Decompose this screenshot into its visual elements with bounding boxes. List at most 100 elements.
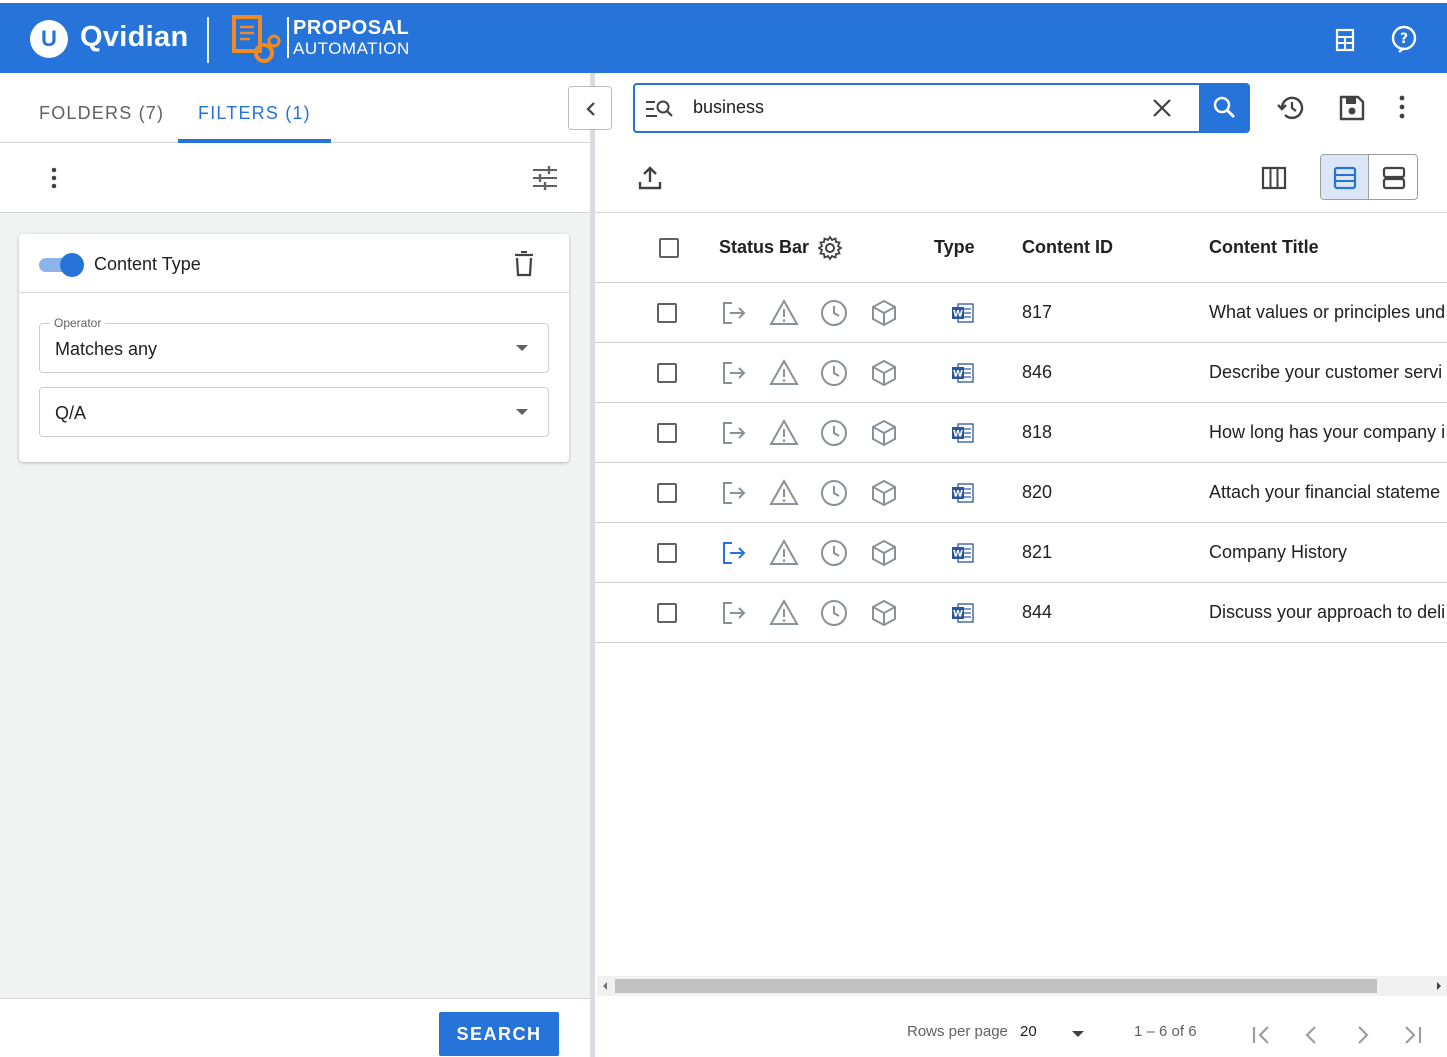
previous-page-icon[interactable] (1299, 1022, 1325, 1048)
table-row[interactable]: W 821 Company History (595, 523, 1447, 583)
results-toolbar (595, 143, 1447, 213)
clock-icon[interactable] (819, 478, 849, 508)
warning-icon[interactable] (769, 478, 799, 508)
content-id-cell: 846 (1022, 362, 1053, 382)
checkout-icon[interactable] (719, 598, 749, 628)
filter-settings-icon[interactable] (531, 164, 559, 192)
upload-icon[interactable] (637, 165, 663, 191)
scroll-right-icon[interactable] (1435, 981, 1443, 991)
operator-select[interactable]: Operator Matches any (39, 316, 549, 373)
delete-icon[interactable] (512, 251, 536, 277)
search-bar[interactable]: business (633, 83, 1250, 133)
content-title-cell[interactable]: Discuss your approach to deli (1209, 602, 1445, 623)
word-document-icon: W (952, 603, 974, 623)
tab-filters[interactable]: FILTERS (1) (178, 73, 331, 143)
filter-enable-toggle[interactable] (39, 253, 84, 277)
columns-icon[interactable] (1261, 165, 1287, 191)
more-vert-icon[interactable] (1386, 92, 1418, 124)
select-all-checkbox[interactable] (659, 238, 679, 258)
package-icon[interactable] (869, 358, 899, 388)
view-density-toggle (1320, 154, 1418, 200)
search-button[interactable]: SEARCH (439, 1012, 559, 1056)
content-id-cell: 844 (1022, 602, 1053, 622)
svg-text:W: W (953, 550, 963, 560)
row-checkbox[interactable] (657, 363, 677, 383)
last-page-icon[interactable] (1399, 1022, 1425, 1048)
row-checkbox[interactable] (657, 423, 677, 443)
package-icon[interactable] (869, 478, 899, 508)
search-options-icon[interactable] (645, 97, 673, 121)
clear-search-icon[interactable] (1151, 97, 1173, 119)
rows-per-page-select[interactable]: 20 (1020, 1023, 1037, 1040)
warning-icon[interactable] (769, 298, 799, 328)
content-title-cell[interactable]: Company History (1209, 542, 1347, 563)
checkout-icon[interactable] (719, 538, 749, 568)
checkout-icon[interactable] (719, 358, 749, 388)
horizontal-scrollbar[interactable] (597, 976, 1447, 996)
word-document-icon: W (952, 483, 974, 503)
proposal-automation-logo-icon (232, 15, 281, 63)
left-tabs: FOLDERS (7) FILTERS (1) (0, 73, 590, 143)
collapse-panel-button[interactable] (568, 86, 612, 130)
table-row[interactable]: W 844 Discuss your approach to deli (595, 583, 1447, 643)
more-vert-icon[interactable] (42, 166, 66, 190)
row-checkbox[interactable] (657, 303, 677, 323)
column-content-id[interactable]: Content ID (1022, 237, 1113, 258)
save-icon[interactable] (1336, 92, 1368, 124)
history-icon[interactable] (1276, 92, 1308, 124)
table-row[interactable]: W 846 Describe your customer servi (595, 343, 1447, 403)
column-type[interactable]: Type (934, 237, 975, 258)
content-title-cell[interactable]: What values or principles und (1209, 302, 1445, 323)
svg-text:W: W (953, 490, 963, 500)
row-checkbox[interactable] (657, 603, 677, 623)
warning-icon[interactable] (769, 538, 799, 568)
clock-icon[interactable] (819, 298, 849, 328)
content-title-cell[interactable]: How long has your company i (1209, 422, 1445, 443)
chevron-down-icon (516, 409, 528, 415)
tab-folders[interactable]: FOLDERS (7) (19, 73, 184, 143)
next-page-icon[interactable] (1349, 1022, 1375, 1048)
content-title-cell[interactable]: Attach your financial stateme (1209, 482, 1440, 503)
table-row[interactable]: W 818 How long has your company i (595, 403, 1447, 463)
help-icon[interactable]: ? (1389, 25, 1419, 55)
package-icon[interactable] (869, 598, 899, 628)
svg-text:W: W (953, 610, 963, 620)
content-title-cell[interactable]: Describe your customer servi (1209, 362, 1442, 383)
scrollbar-thumb[interactable] (615, 979, 1377, 993)
clock-icon[interactable] (819, 598, 849, 628)
chevron-down-icon[interactable] (1072, 1031, 1084, 1037)
calculator-icon[interactable] (1330, 25, 1360, 55)
clock-icon[interactable] (819, 538, 849, 568)
scroll-left-icon[interactable] (601, 981, 609, 991)
filter-toolbar (0, 143, 590, 213)
row-checkbox[interactable] (657, 543, 677, 563)
row-checkbox[interactable] (657, 483, 677, 503)
column-content-title[interactable]: Content Title (1209, 237, 1319, 258)
pagination: Rows per page 20 1 – 6 of 6 (595, 996, 1447, 1057)
checkout-icon[interactable] (719, 478, 749, 508)
package-icon[interactable] (869, 538, 899, 568)
warning-icon[interactable] (769, 358, 799, 388)
warning-icon[interactable] (769, 598, 799, 628)
clock-icon[interactable] (819, 418, 849, 448)
first-page-icon[interactable] (1249, 1022, 1275, 1048)
compact-view-button[interactable] (1321, 155, 1369, 199)
search-input[interactable]: business (693, 97, 764, 118)
right-panel: business Status Bar Type Content ID Cont… (595, 73, 1447, 1057)
brand-divider (207, 17, 209, 63)
content-type-value-select[interactable]: Q/A (39, 387, 549, 437)
gear-icon[interactable] (817, 235, 843, 261)
checkout-icon[interactable] (719, 298, 749, 328)
app-header: U Qvidian PROPOSAL AUTOMATION ? (0, 0, 1447, 73)
table-row[interactable]: W 820 Attach your financial stateme (595, 463, 1447, 523)
column-status-bar[interactable]: Status Bar (719, 237, 809, 258)
search-submit-button[interactable] (1199, 83, 1250, 133)
checkout-icon[interactable] (719, 418, 749, 448)
table-row[interactable]: W 817 What values or principles und (595, 283, 1447, 343)
warning-icon[interactable] (769, 418, 799, 448)
filter-card-header: Content Type (19, 234, 569, 293)
comfortable-view-button[interactable] (1369, 155, 1417, 199)
clock-icon[interactable] (819, 358, 849, 388)
package-icon[interactable] (869, 418, 899, 448)
package-icon[interactable] (869, 298, 899, 328)
